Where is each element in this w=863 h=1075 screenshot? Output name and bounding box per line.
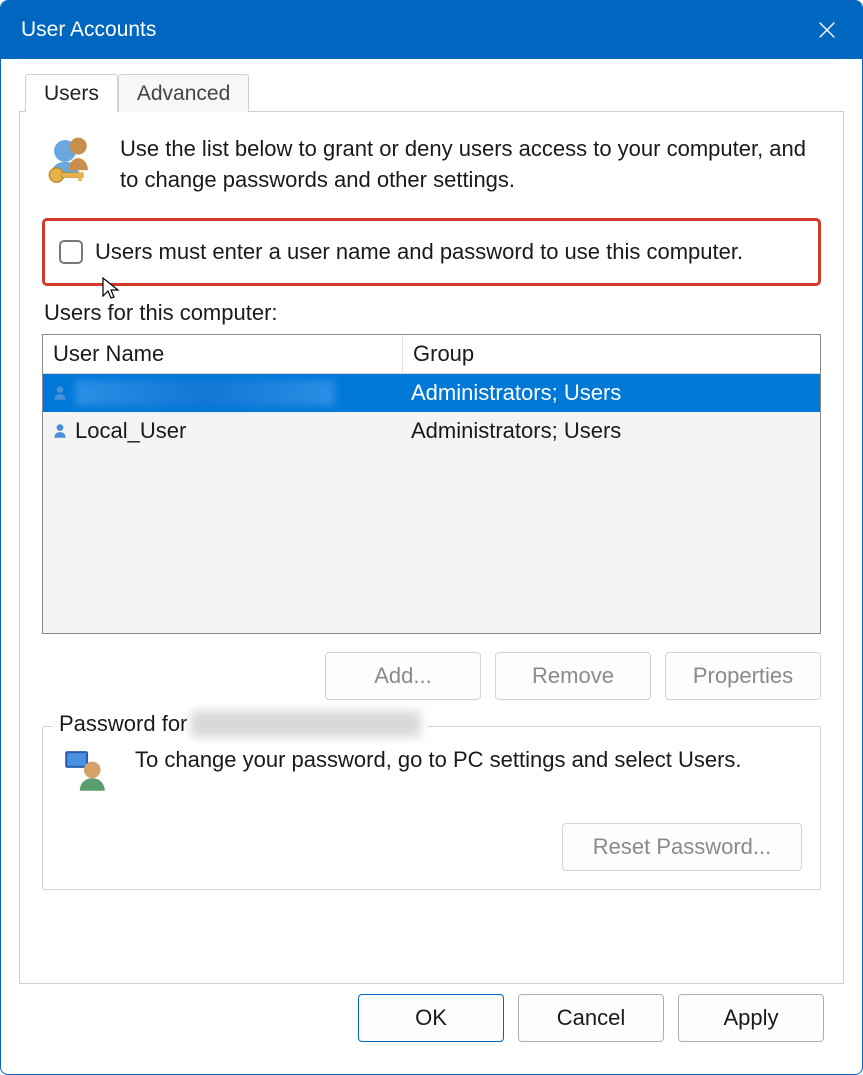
listview-body: Administrators; Users Local_User Adminis…	[43, 374, 820, 633]
user-accounts-window: User Accounts Users Advanced	[0, 0, 863, 1075]
ok-button[interactable]: OK	[358, 994, 504, 1042]
password-help-text: To change your password, go to PC settin…	[135, 745, 742, 776]
password-button-row: Reset Password...	[61, 823, 802, 871]
users-for-computer-label: Users for this computer:	[44, 300, 821, 326]
cell-group: Administrators; Users	[403, 416, 820, 446]
remove-button[interactable]: Remove	[495, 652, 651, 700]
require-password-checkbox[interactable]	[59, 240, 83, 264]
dialog-button-row: OK Cancel Apply	[19, 984, 844, 1058]
user-buttons-row: Add... Remove Properties	[42, 652, 821, 700]
table-row[interactable]: Administrators; Users	[43, 374, 820, 412]
intro-text: Use the list below to grant or deny user…	[120, 134, 821, 196]
redacted-username	[75, 380, 335, 406]
window-title: User Accounts	[21, 18, 156, 42]
user-icon	[51, 422, 69, 440]
apply-button[interactable]: Apply	[678, 994, 824, 1042]
titlebar: User Accounts	[1, 1, 862, 59]
redacted-username	[191, 711, 421, 737]
cursor-icon	[101, 276, 121, 302]
user-icon	[51, 384, 69, 402]
column-header-username[interactable]: User Name	[43, 335, 403, 373]
tab-strip: Users Advanced	[25, 73, 844, 111]
require-password-label: Users must enter a user name and passwor…	[95, 239, 743, 265]
password-fieldset: Password for To change your password, go…	[42, 726, 821, 890]
column-header-group[interactable]: Group	[403, 335, 820, 373]
dialog-content: Users Advanced Use the list below to gra…	[1, 59, 862, 1074]
listview-header: User Name Group	[43, 335, 820, 374]
require-password-row: Users must enter a user name and passwor…	[42, 218, 821, 286]
user-monitor-icon	[61, 747, 111, 797]
cancel-button[interactable]: Cancel	[518, 994, 664, 1042]
tab-users[interactable]: Users	[25, 74, 118, 112]
password-legend-prefix: Password for	[59, 711, 187, 737]
intro-row: Use the list below to grant or deny user…	[42, 134, 821, 196]
users-key-icon	[42, 134, 100, 192]
users-listview[interactable]: User Name Group Administrators; Users	[42, 334, 821, 634]
properties-button[interactable]: Properties	[665, 652, 821, 700]
table-row[interactable]: Local_User Administrators; Users	[43, 412, 820, 450]
password-legend: Password for	[53, 711, 427, 737]
tab-panel-users: Use the list below to grant or deny user…	[19, 111, 844, 984]
tab-advanced[interactable]: Advanced	[118, 74, 249, 112]
password-row: To change your password, go to PC settin…	[61, 745, 802, 797]
close-button[interactable]	[810, 13, 844, 47]
cell-group: Administrators; Users	[403, 378, 820, 408]
add-button[interactable]: Add...	[325, 652, 481, 700]
cell-username: Local_User	[75, 418, 186, 444]
close-icon	[816, 19, 838, 41]
reset-password-button[interactable]: Reset Password...	[562, 823, 802, 871]
